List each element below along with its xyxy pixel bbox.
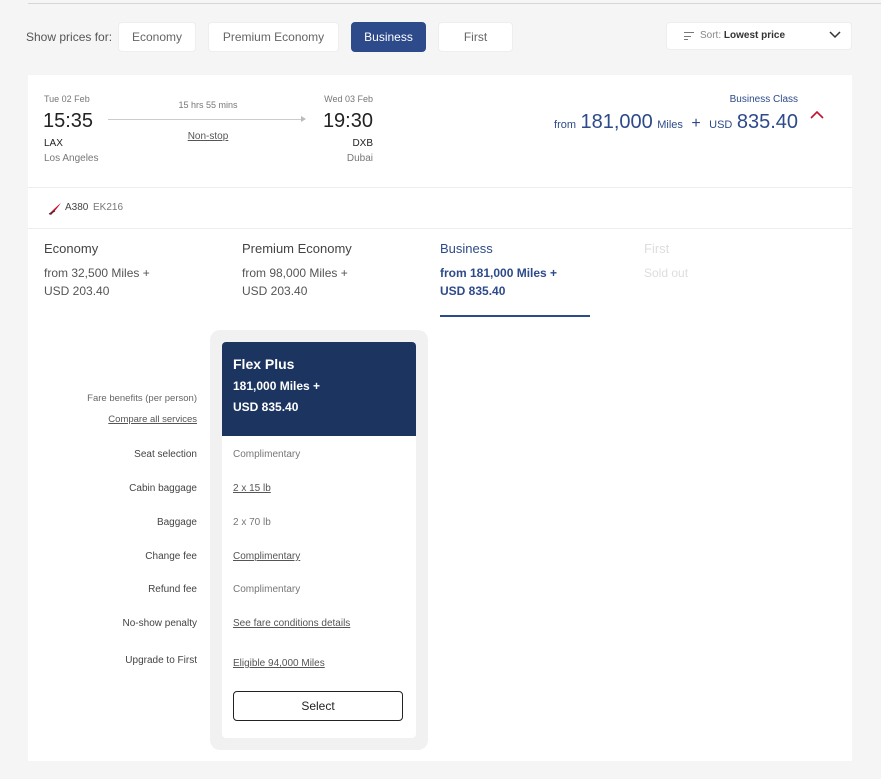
fare-name: Flex Plus	[233, 356, 295, 372]
cabin-tab-price-usd: USD 203.40	[242, 284, 308, 298]
cabin-tab-price-usd: USD 203.40	[44, 284, 110, 298]
fare-option-panel: Flex Plus 181,000 Miles + USD 835.40 Com…	[210, 330, 428, 750]
cabin-tab-price-miles: from 32,500 Miles +	[44, 266, 150, 280]
arrival-time: 19:30	[322, 110, 373, 132]
arrival-airport-code: DXB	[352, 138, 373, 149]
price-currency: USD	[709, 119, 733, 131]
sort-icon	[684, 32, 694, 40]
cabin-tab-business[interactable]: Business from 181,000 Miles + USD 835.40	[440, 241, 620, 300]
sort-label: Sort:	[700, 30, 722, 41]
refund-fee-value: Complimentary	[233, 584, 301, 595]
cabin-tab-price-miles: from 181,000 Miles +	[440, 266, 558, 280]
stops-link[interactable]: Non-stop	[148, 131, 268, 142]
cabin-baggage-link[interactable]: 2 x 15 lb	[233, 483, 271, 494]
flight-card: Tue 02 Feb 15:35 LAX Los Angeles 15 hrs …	[28, 75, 852, 317]
cabin-tab-price-usd: USD 835.40	[440, 284, 506, 298]
filter-first-button[interactable]: First	[438, 22, 513, 52]
fare-card-flex-plus: Flex Plus 181,000 Miles + USD 835.40 Com…	[222, 342, 416, 738]
no-show-penalty-label: No-show penalty	[122, 618, 197, 629]
fare-usd: USD 835.40	[233, 400, 299, 414]
select-fare-button[interactable]: Select	[233, 691, 403, 721]
airline-logo-icon	[48, 203, 61, 215]
lowest-price: from 181,000 Miles + USD 835.40	[554, 111, 798, 134]
price-miles: 181,000	[580, 111, 653, 133]
cabin-tab-name: First	[644, 241, 670, 256]
cabin-tab-economy[interactable]: Economy from 32,500 Miles + USD 203.40	[44, 241, 224, 300]
seat-selection-value: Complimentary	[233, 449, 301, 460]
refund-fee-label: Refund fee	[148, 584, 197, 595]
change-fee-label: Change fee	[145, 551, 197, 562]
card-divider	[28, 228, 852, 229]
fare-header: Flex Plus 181,000 Miles + USD 835.40	[222, 342, 416, 436]
flight-duration: 15 hrs 55 mins	[178, 100, 238, 110]
baggage-value: 2 x 70 lb	[233, 517, 271, 528]
seat-selection-label: Seat selection	[134, 449, 197, 460]
card-divider	[28, 187, 852, 188]
fare-details-section: Fare benefits (per person) Compare all s…	[28, 317, 852, 761]
cabin-tab-premium-economy[interactable]: Premium Economy from 98,000 Miles + USD …	[242, 241, 422, 300]
cabin-tab-sold-out: Sold out	[644, 266, 689, 280]
price-plus: +	[691, 115, 701, 132]
cabin-tab-name: Business	[440, 241, 493, 256]
sort-value: Lowest price	[723, 30, 786, 41]
upgrade-to-first-label: Upgrade to First	[125, 655, 197, 666]
filter-economy-button[interactable]: Economy	[118, 22, 196, 52]
cabin-tab-name: Premium Economy	[242, 241, 352, 256]
departure-date: Tue 02 Feb	[44, 94, 90, 104]
cabin-tab-first: First Sold out	[644, 241, 824, 282]
cabin-tab-price-miles: from 98,000 Miles +	[242, 266, 348, 280]
sort-dropdown[interactable]: Sort: Lowest price	[666, 22, 852, 50]
cabin-baggage-label: Cabin baggage	[129, 483, 197, 494]
upgrade-eligibility-link[interactable]: Eligible 94,000 Miles	[233, 658, 325, 669]
departure-airport-code: LAX	[44, 138, 63, 149]
compare-all-services-link[interactable]: Compare all services	[108, 414, 197, 425]
departure-city: Los Angeles	[44, 153, 99, 164]
fare-conditions-link[interactable]: See fare conditions details	[233, 618, 350, 629]
filter-premium-economy-button[interactable]: Premium Economy	[208, 22, 339, 52]
flight-number: EK216	[93, 202, 124, 213]
arrival-city: Dubai	[346, 153, 373, 164]
chevron-down-icon	[829, 31, 841, 39]
chevron-up-icon[interactable]	[810, 110, 824, 120]
aircraft-type: A380	[65, 202, 89, 213]
change-fee-link[interactable]: Complimentary	[233, 551, 300, 562]
price-from: from	[554, 119, 577, 131]
fare-miles: 181,000 Miles +	[233, 379, 321, 393]
price-miles-unit: Miles	[657, 119, 683, 131]
cabin-tab-name: Economy	[44, 241, 99, 256]
show-prices-label: Show prices for:	[26, 30, 113, 44]
price-amount: 835.40	[736, 111, 798, 133]
arrival-date: Wed 03 Feb	[324, 94, 373, 104]
cabin-class-label: Business Class	[729, 94, 798, 105]
top-divider	[28, 3, 881, 4]
cabin-filter-bar: Show prices for: Economy Premium Economy…	[26, 22, 852, 52]
filter-business-button[interactable]: Business	[351, 22, 426, 52]
departure-time: 15:35	[43, 110, 94, 132]
route-line	[108, 119, 303, 120]
fare-benefits-label: Fare benefits (per person)	[87, 393, 197, 404]
baggage-label: Baggage	[156, 517, 197, 528]
